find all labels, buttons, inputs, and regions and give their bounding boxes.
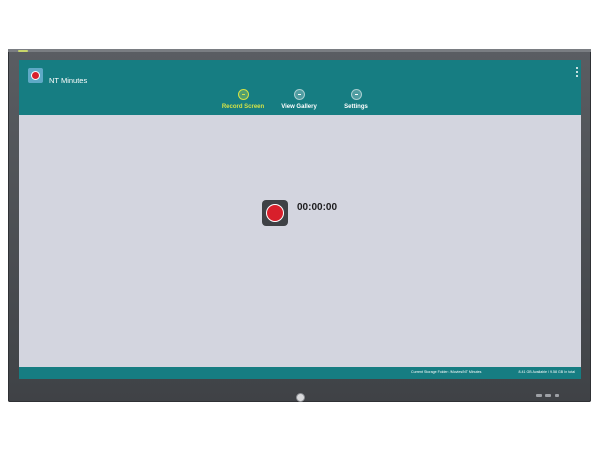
record-app-icon	[28, 68, 43, 83]
tab-view-gallery[interactable]: View Gallery	[269, 89, 329, 110]
bezel-top-strip	[8, 49, 591, 52]
front-port	[555, 394, 559, 397]
app-header: NT Minutes Record Screen View Gallery Se…	[19, 60, 581, 115]
camera-indicator	[18, 50, 28, 52]
tab-record-screen[interactable]: Record Screen	[213, 89, 273, 110]
record-dot-icon	[32, 72, 39, 79]
power-button[interactable]	[296, 393, 305, 402]
app-screen: NT Minutes Record Screen View Gallery Se…	[19, 60, 581, 379]
front-port	[536, 394, 542, 397]
record-button[interactable]	[262, 200, 288, 226]
video-icon	[237, 89, 249, 100]
record-icon	[266, 204, 284, 222]
storage-space-text: 8.41 GB Available / 9.58 GB In total	[518, 370, 575, 374]
settings-icon	[350, 89, 362, 100]
gallery-icon	[293, 89, 305, 100]
tab-label-view-gallery: View Gallery	[281, 104, 317, 110]
recording-timer: 00:00:00	[297, 202, 338, 213]
storage-folder-text: Current Storage Folder: /Movies/NT Minut…	[411, 370, 482, 374]
tab-label-settings: Settings	[344, 104, 368, 110]
tab-label-record-screen: Record Screen	[221, 104, 265, 110]
overflow-menu-icon[interactable]	[575, 67, 578, 77]
front-port	[545, 394, 551, 397]
tab-settings[interactable]: Settings	[326, 89, 386, 110]
app-title: NT Minutes	[49, 76, 88, 85]
status-footer: Current Storage Folder: /Movies/NT Minut…	[19, 367, 581, 379]
